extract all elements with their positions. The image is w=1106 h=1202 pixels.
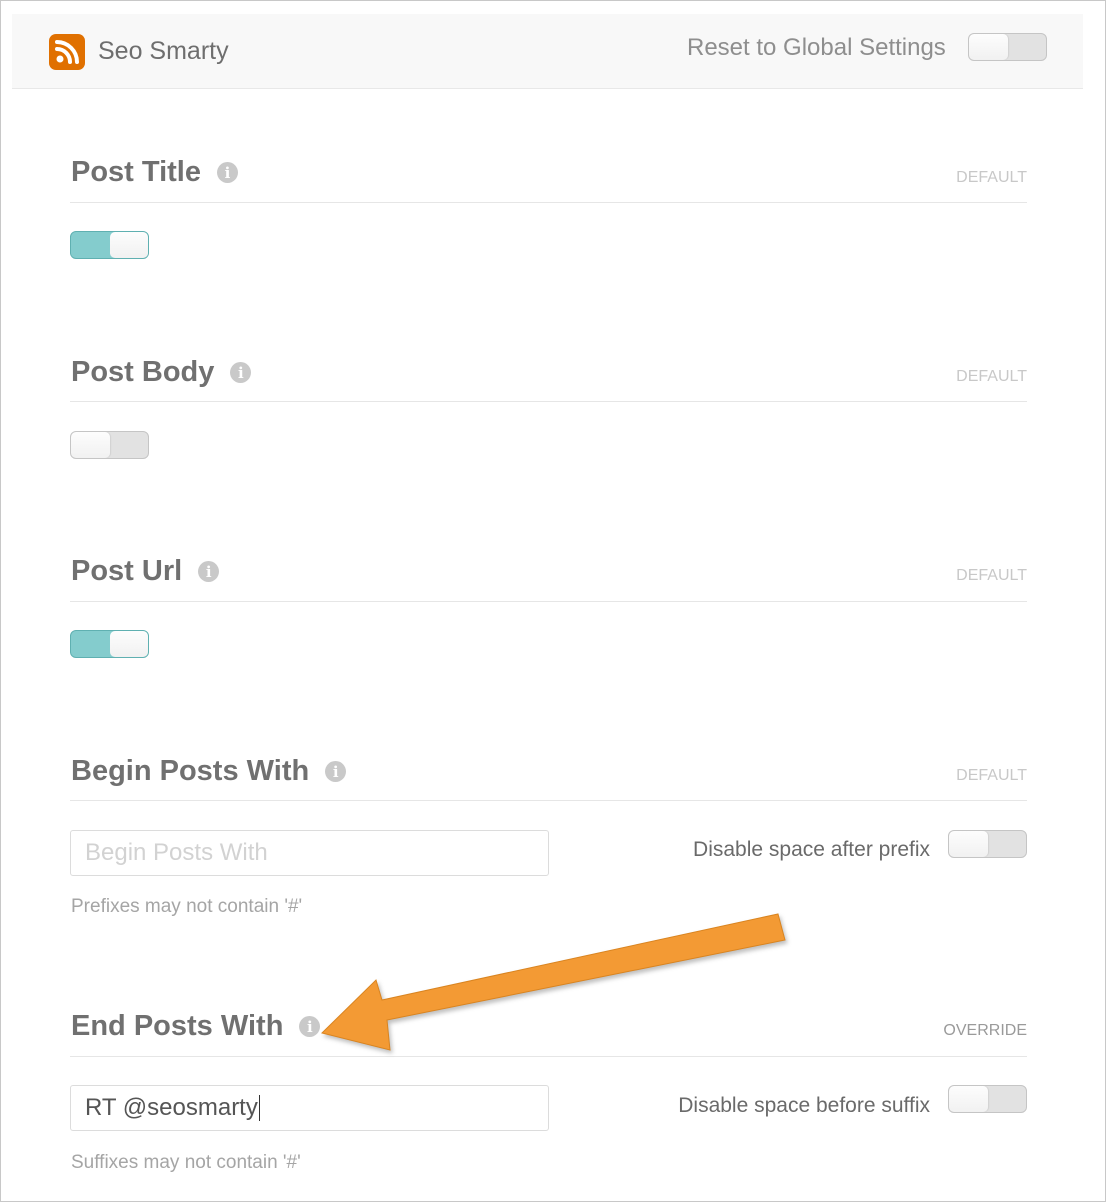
annotation-arrow-icon bbox=[321, 913, 786, 1051]
